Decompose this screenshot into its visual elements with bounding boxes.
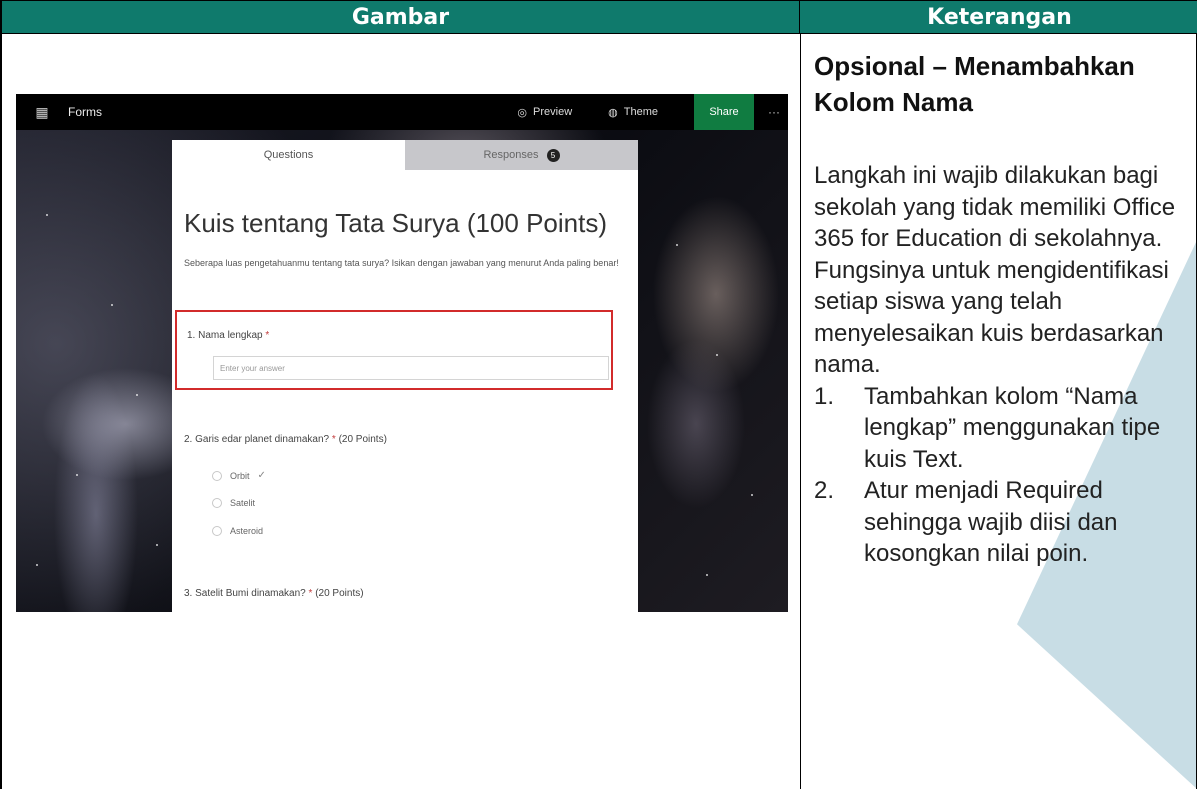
step-number: 1. <box>814 382 835 410</box>
form-tabs: Questions Responses 5 <box>172 140 638 170</box>
radio-icon[interactable] <box>212 526 222 536</box>
option-satelit[interactable]: Satelit <box>212 498 255 508</box>
forms-topbar: ▦ Forms ◎ Preview ◍ Theme Share ··· <box>16 94 788 130</box>
question-1-text: 1. Nama lengkap <box>187 330 263 341</box>
description-column: Opsional – Menambahkan Kolom Nama Langka… <box>814 48 1194 570</box>
option-orbit[interactable]: Orbit ✓ <box>212 470 266 481</box>
column-divider <box>800 34 801 789</box>
step-text: Atur menjadi Required sehingga wajib dii… <box>864 477 1118 567</box>
description-body: Langkah ini wajib dilakukan bagi sekolah… <box>814 162 1176 378</box>
app-launcher-icon[interactable]: ▦ <box>16 94 68 130</box>
question-3-points: (20 Points) <box>315 588 364 599</box>
theme-button[interactable]: ◍ Theme <box>608 106 658 119</box>
form-title[interactable]: Kuis tentang Tata Surya (100 Points) <box>184 208 607 239</box>
radio-icon[interactable] <box>212 470 222 481</box>
form-card: Questions Responses 5 Kuis tentang Tata … <box>172 140 638 612</box>
option-asteroid[interactable]: Asteroid <box>212 526 263 536</box>
steps-list: 1. Tambahkan kolom “Nama lengkap” menggu… <box>814 381 1194 570</box>
tab-responses-label: Responses <box>483 149 539 161</box>
required-mark: * <box>265 330 270 341</box>
name-answer-input[interactable]: Enter your answer <box>213 356 609 380</box>
question-1-highlight: 1. Nama lengkap * Enter your answer <box>175 310 613 390</box>
preview-button[interactable]: ◎ Preview <box>517 106 572 119</box>
step-number: 2. <box>814 477 835 504</box>
tab-questions[interactable]: Questions <box>172 140 405 170</box>
question-2-text: 2. Garis edar planet dinamakan? <box>184 434 330 445</box>
document-table: Gambar Keterangan ▦ Forms ◎ Preview ◍ Th… <box>0 0 1197 789</box>
app-name[interactable]: Forms <box>68 105 102 119</box>
step-item: 1. Tambahkan kolom “Nama lengkap” menggu… <box>814 381 1194 476</box>
preview-label: Preview <box>533 106 573 118</box>
question-3-text: 3. Satelit Bumi dinamakan? <box>184 588 306 599</box>
required-mark: * <box>331 434 336 445</box>
step-text: Tambahkan kolom “Nama lengkap” menggunak… <box>864 382 1161 473</box>
share-button[interactable]: Share <box>694 94 754 130</box>
question-1-label: 1. Nama lengkap * <box>187 330 269 341</box>
more-options-icon[interactable]: ··· <box>768 105 780 119</box>
option-label: Orbit <box>230 470 250 481</box>
step-item: 2. Atur menjadi Required sehingga wajib … <box>814 475 1194 570</box>
responses-count-badge: 5 <box>546 148 560 162</box>
form-description[interactable]: Seberapa luas pengetahuanmu tentang tata… <box>184 258 634 268</box>
question-2-points: (20 Points) <box>338 434 387 445</box>
description-title: Opsional – Menambahkan Kolom Nama <box>814 51 1135 117</box>
question-2-label: 2. Garis edar planet dinamakan? * (20 Po… <box>184 434 387 445</box>
question-3-label: 3. Satelit Bumi dinamakan? * (20 Points) <box>184 588 364 599</box>
palette-icon: ◍ <box>608 106 618 119</box>
eye-icon: ◎ <box>517 106 528 119</box>
theme-label: Theme <box>623 106 658 118</box>
header-gambar: Gambar <box>2 0 800 34</box>
option-label: Asteroid <box>230 526 264 536</box>
radio-icon[interactable] <box>212 498 222 508</box>
tab-responses[interactable]: Responses 5 <box>405 140 638 170</box>
checkmark-icon: ✓ <box>257 470 266 481</box>
header-keterangan: Keterangan <box>800 0 1197 34</box>
forms-screenshot: ▦ Forms ◎ Preview ◍ Theme Share ··· Ques… <box>16 94 788 612</box>
required-mark: * <box>308 588 313 599</box>
option-label: Satelit <box>230 498 256 508</box>
